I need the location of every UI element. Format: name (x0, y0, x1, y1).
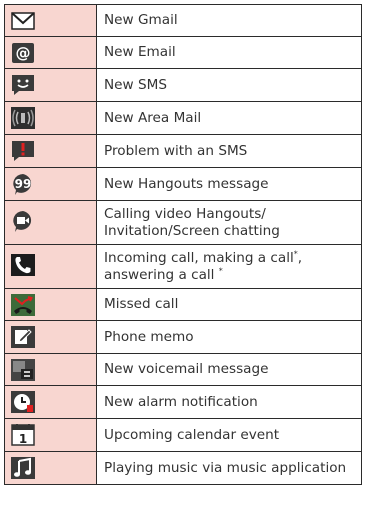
missed-call-icon (11, 293, 35, 316)
alarm-icon (11, 391, 35, 413)
icon-cell (4, 451, 97, 485)
hangouts-icon: 99 (13, 174, 32, 195)
status-icon-table: New Gmail @ New Email New SMS New Area M… (4, 4, 362, 485)
icon-cell (4, 320, 97, 354)
table-row: Missed call (4, 288, 362, 321)
row-label: New SMS (96, 68, 362, 102)
row-label-text: answering a call (104, 266, 215, 283)
row-label-punct: , (297, 249, 303, 266)
row-label: Incoming call, making a call*, answering… (96, 244, 362, 289)
music-icon (11, 457, 35, 479)
table-row: Incoming call, making a call*, answering… (4, 244, 362, 289)
row-label: Calling video Hangouts/ Invitation/Scree… (96, 200, 362, 245)
table-row: 1 Upcoming calendar event (4, 418, 362, 452)
row-label: Missed call (96, 288, 362, 321)
row-label: Upcoming calendar event (96, 418, 362, 452)
row-label-line: answering a call * (104, 265, 361, 284)
table-row: Playing music via music application (4, 451, 362, 485)
icon-cell: @ (4, 36, 97, 69)
icon-cell (4, 385, 97, 419)
icon-cell (4, 101, 97, 135)
hangouts-video-icon (13, 210, 32, 232)
row-label: New Hangouts message (96, 167, 362, 201)
row-label-text: Incoming call, making a call (104, 249, 294, 266)
table-row: New Gmail (4, 4, 362, 37)
table-row: Phone memo (4, 320, 362, 354)
table-row: New Area Mail (4, 101, 362, 135)
icon-cell (4, 353, 97, 386)
row-label: Playing music via music application (96, 451, 362, 485)
calendar-icon: 1 (11, 424, 35, 446)
table-row: New alarm notification (4, 385, 362, 419)
table-row: Problem with an SMS (4, 134, 362, 168)
email-icon: @ (12, 42, 34, 63)
row-label-line: Invitation/Screen chatting (104, 222, 280, 239)
row-label: New Email (96, 36, 362, 69)
row-label: Problem with an SMS (96, 134, 362, 168)
icon-cell (4, 288, 97, 321)
phone-memo-icon (11, 326, 35, 348)
row-label: New voicemail message (96, 353, 362, 386)
icon-cell (4, 134, 97, 168)
row-label: Phone memo (96, 320, 362, 354)
icon-cell (4, 4, 97, 37)
svg-text:99: 99 (15, 177, 32, 191)
sms-icon (12, 75, 34, 95)
row-label: New alarm notification (96, 385, 362, 419)
svg-text:@: @ (16, 44, 31, 62)
footnote-marker: * (218, 265, 223, 275)
icon-cell: 99 (4, 167, 97, 201)
table-row: @ New Email (4, 36, 362, 69)
row-label-line: Incoming call, making a call*, (104, 249, 361, 267)
table-row: New SMS (4, 68, 362, 102)
row-label-line: Calling video Hangouts/ (104, 205, 266, 222)
row-label: New Area Mail (96, 101, 362, 135)
icon-cell (4, 244, 97, 289)
sms-problem-icon (12, 141, 34, 161)
calendar-day-label: 1 (19, 432, 27, 446)
incoming-call-icon (11, 253, 35, 276)
table-row: New voicemail message (4, 353, 362, 386)
area-mail-icon (11, 107, 35, 129)
table-row: 99 New Hangouts message (4, 167, 362, 201)
icon-cell (4, 68, 97, 102)
gmail-icon (11, 11, 35, 30)
icon-cell (4, 200, 97, 245)
icon-cell: 1 (4, 418, 97, 452)
table-row: Calling video Hangouts/ Invitation/Scree… (4, 200, 362, 245)
row-label: New Gmail (96, 4, 362, 37)
voicemail-icon (11, 358, 35, 381)
